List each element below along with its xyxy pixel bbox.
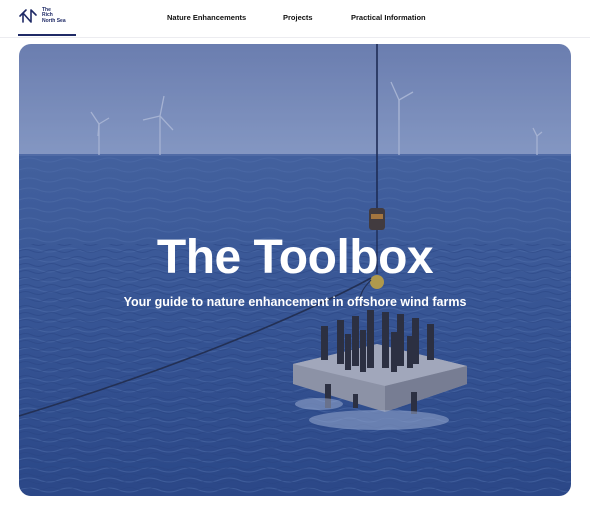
hero-banner: The Toolbox Your guide to nature enhance… [19, 44, 571, 496]
active-indicator [18, 34, 76, 36]
rich-north-sea-logo-icon [19, 9, 37, 23]
nav-practical-information[interactable]: Practical Information [351, 13, 426, 22]
header-divider [0, 37, 590, 38]
logo-wordmark: The Rich North Sea [42, 7, 72, 25]
hero-subtitle: Your guide to nature enhancement in offs… [123, 295, 467, 309]
logo-line-3: North Sea [42, 17, 66, 24]
logo-link[interactable]: The Rich North Sea [18, 6, 72, 26]
nav-projects[interactable]: Projects [283, 13, 313, 22]
hero-title: The Toolbox [156, 231, 434, 284]
nav-nature-enhancements[interactable]: Nature Enhancements [167, 13, 246, 22]
site-header: The Rich North Sea Nature Enhancements P… [0, 0, 590, 38]
